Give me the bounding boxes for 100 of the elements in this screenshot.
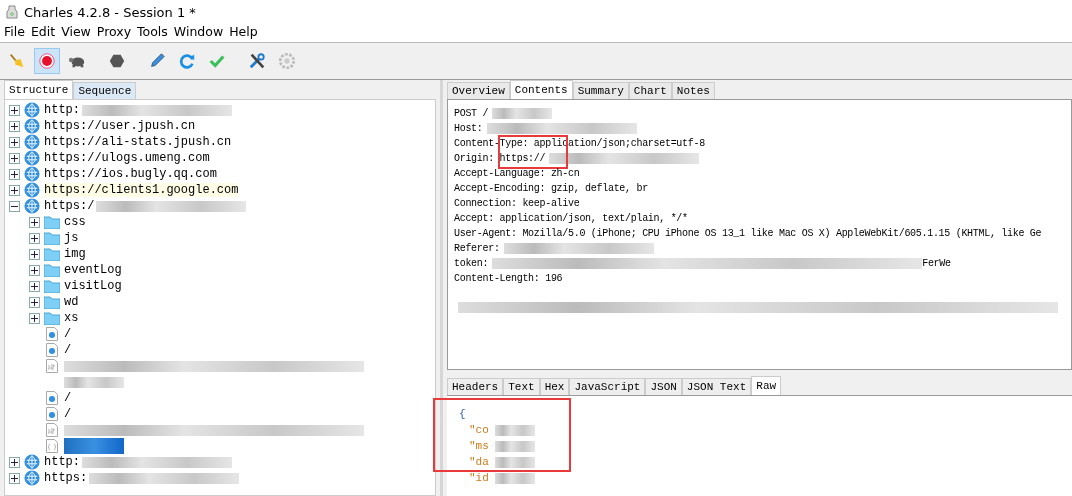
expand-toggle[interactable] [29,312,40,324]
tree-label[interactable]: http: [44,103,80,117]
tree-label[interactable]: https://clients1.google.com [44,183,239,197]
folder-icon [44,231,60,245]
expand-toggle[interactable] [29,232,40,244]
expand-toggle[interactable] [9,152,20,164]
folder-icon [44,263,60,277]
header-line: Accept: application/json, text/plain, */* [454,213,688,224]
settings-icon [278,52,296,70]
tree-label[interactable]: xs [64,311,79,325]
document-icon [46,327,58,341]
tree-label[interactable]: https://user.jpush.cn [44,119,196,133]
folder-icon [44,295,60,309]
tree-label[interactable]: / [64,327,72,341]
expand-toggle[interactable] [9,472,20,484]
folder-icon [44,279,60,293]
globe-icon [24,102,40,118]
tree-label[interactable]: https://ali-stats.jpush.cn [44,135,232,149]
view-tab[interactable]: Contents [509,80,573,99]
expand-toggle[interactable] [9,168,20,180]
body-tab[interactable]: JavaScript [569,378,646,395]
view-tab[interactable]: Overview [447,82,510,99]
window-title: Charles 4.2.8 - Session 1 * [24,4,196,20]
tree-label[interactable]: / [64,343,72,357]
menu-item[interactable]: File [4,24,25,42]
broom-icon [8,52,26,70]
globe-icon [24,470,40,486]
expand-toggle[interactable] [9,184,20,196]
view-tab[interactable]: Chart [628,82,672,99]
menu-item[interactable]: Proxy [96,24,132,42]
view-tab[interactable]: Summary [572,82,629,99]
tree-label[interactable]: wd [64,295,79,309]
json-text: "id [469,472,489,484]
tree-label[interactable]: js [64,231,79,245]
tree-label[interactable]: visitLog [64,279,122,293]
json-text: "co [469,424,489,436]
refresh-icon [178,52,196,70]
app-icon [6,5,18,19]
tree-label[interactable]: https:/ [44,199,95,213]
expand-toggle[interactable] [9,456,20,468]
script-file-icon [46,423,58,437]
globe-icon [24,198,40,214]
json-text: "da [469,456,489,468]
menu-item[interactable]: View [61,24,91,42]
folder-icon [44,247,60,261]
body-tab[interactable]: Text [503,378,540,395]
expand-toggle[interactable] [9,104,20,116]
document-icon [46,343,58,357]
menu-item[interactable]: Edit [30,24,56,42]
tools-icon [248,52,266,70]
globe-icon [24,182,40,198]
body-tab[interactable]: Headers [447,378,504,395]
json-text: { [459,408,466,420]
header-line: token: [454,258,489,269]
header-line: User-Agent: Mozilla/5.0 (iPhone; CPU iPhone OS 13_1 like Mac OS X) AppleWebKit/605.1.15 (KHTML, like Ge [454,228,1042,239]
view-tab[interactable]: Structure [4,80,74,99]
expand-toggle[interactable] [29,248,40,260]
tree-label[interactable]: https: [44,471,88,485]
view-tab[interactable]: Notes [671,82,715,99]
header-line: Host: [454,123,483,134]
expand-toggle[interactable] [29,296,40,308]
header-line: Origin: https:// [454,153,546,164]
header-line: Referer: [454,243,500,254]
view-tab[interactable]: Sequence [73,82,137,99]
tree-label[interactable]: https://ios.bugly.qq.com [44,167,217,181]
hexagon-icon [108,52,126,70]
expand-toggle[interactable] [29,280,40,292]
menu-item[interactable]: Window [173,24,224,42]
globe-icon [24,150,40,166]
tree-label[interactable]: http: [44,455,80,469]
expand-toggle[interactable] [9,120,20,132]
expand-toggle[interactable] [29,216,40,228]
header-line: POST / [454,108,489,119]
tree-label[interactable]: img [64,247,86,261]
header-line: Connection: keep-alive [454,198,580,209]
record-icon [38,52,56,70]
header-line: Accept-Language: zh-cn [454,168,580,179]
globe-icon [24,454,40,470]
document-icon [46,391,58,405]
folder-icon [44,311,60,325]
tree-label[interactable]: / [64,391,72,405]
body-tab[interactable]: Hex [539,378,570,395]
document-icon [46,407,58,421]
header-line: Accept-Encoding: gzip, deflate, br [454,183,648,194]
tree-label[interactable]: https://ulogs.umeng.com [44,151,210,165]
body-tab[interactable]: Raw [751,376,782,395]
expand-toggle[interactable] [29,264,40,276]
folder-icon [44,215,60,229]
body-tab[interactable]: JSON [645,378,682,395]
body-tab[interactable]: JSON Text [681,378,752,395]
expand-toggle[interactable] [9,136,20,148]
menu-item[interactable]: Tools [137,24,168,42]
tree-label[interactable]: / [64,407,72,421]
json-text: "ms [469,440,489,452]
menu-item[interactable]: Help [229,24,258,42]
expand-toggle[interactable] [9,200,20,212]
tree-label[interactable]: css [64,215,86,229]
record-button[interactable] [34,48,60,74]
tree-label[interactable]: eventLog [64,263,122,277]
braces-file-icon [46,439,58,453]
